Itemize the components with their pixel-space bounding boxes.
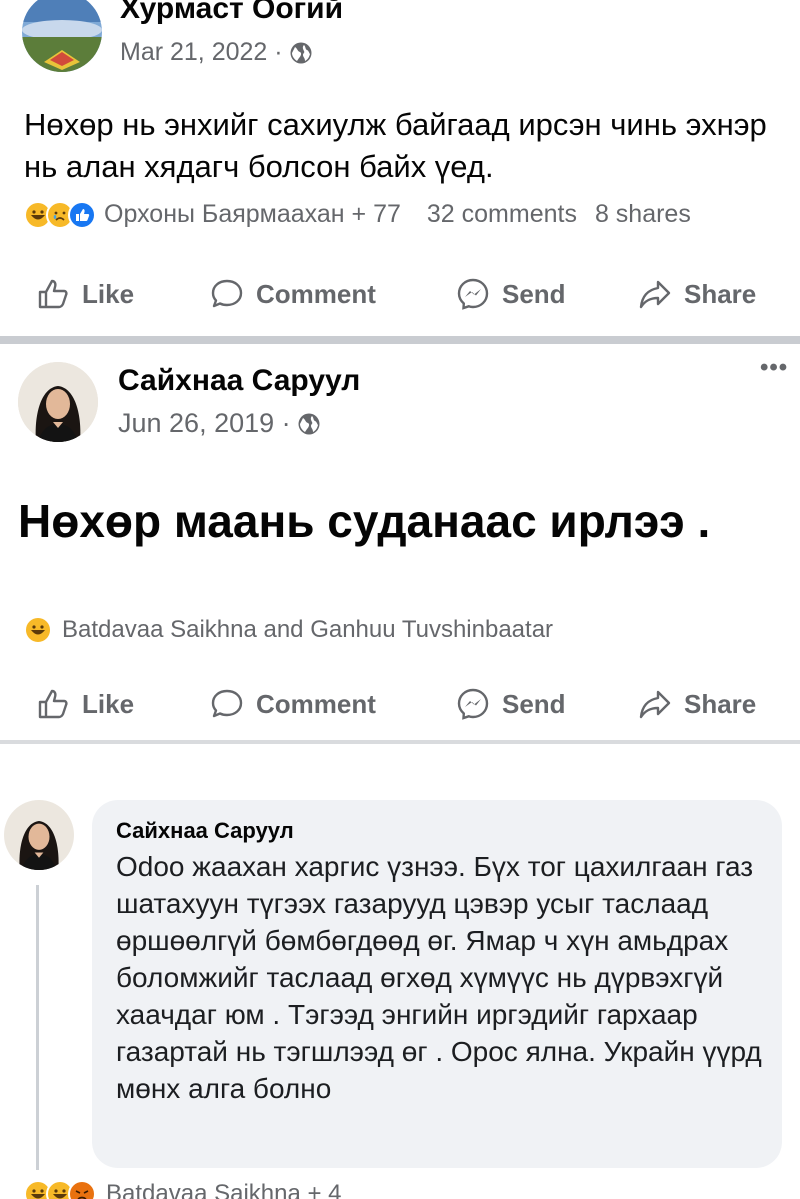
send-label: Send (502, 278, 566, 309)
author-name[interactable]: Хурмаст Оогий (120, 0, 343, 26)
comment-button[interactable]: Comment (210, 674, 376, 734)
post-date[interactable]: Mar 21, 2022 · (120, 38, 313, 67)
author-avatar[interactable] (18, 362, 98, 442)
globe-icon (298, 413, 320, 434)
reactions-names: Batdavaa Saikhna and Ganhuu Tuvshinbaata… (62, 616, 554, 643)
share-button[interactable]: Share (638, 674, 756, 734)
reactions-names: Batdavaa Saikhna + 4 (106, 1180, 342, 1199)
angry-reaction-icon (68, 1180, 96, 1199)
globe-icon (290, 42, 312, 63)
shares-count[interactable]: 8 shares (595, 200, 691, 229)
messenger-icon (457, 688, 489, 720)
send-button[interactable]: Send (456, 674, 566, 734)
action-bar: Like Comment Send Share (0, 674, 800, 734)
reactions-names: Орхоны Баярмаахан + 77 (104, 200, 401, 228)
post-date-text: Jun 26, 2019 · (118, 408, 291, 438)
comment-button[interactable]: Comment (210, 264, 376, 324)
haha-reaction-icon (24, 616, 52, 644)
comment-label: Comment (256, 688, 376, 719)
post-1: Хурмаст Оогий Mar 21, 2022 · Нөхөр нь эн… (0, 0, 800, 336)
share-icon (639, 690, 671, 719)
post-text: Нөхөр нь энхийг сахиулж байгаад ирсэн чи… (24, 107, 767, 184)
post-date[interactable]: Jun 26, 2019 · (118, 408, 321, 439)
comment-text: Odoo жаахан харгис үзнээ. Бүх тог цахилг… (116, 851, 762, 1104)
reactions-summary[interactable]: Орхоны Баярмаахан + 77 32 comments 8 sha… (24, 200, 691, 229)
like-reaction-icon (68, 200, 96, 229)
comment-author[interactable]: Сайхнаа Саруул (116, 818, 758, 844)
reply-thread-line (36, 885, 39, 1170)
reactions-summary[interactable]: Batdavaa Saikhna + 4 (24, 1180, 342, 1199)
send-label: Send (502, 688, 566, 719)
like-button[interactable]: Like (36, 674, 134, 734)
more-options-button[interactable]: ••• (760, 354, 788, 382)
comment-label: Comment (256, 278, 376, 309)
post-date-text: Mar 21, 2022 · (120, 38, 283, 66)
author-name[interactable]: Сайхнаа Саруул (118, 364, 360, 398)
like-label: Like (82, 688, 135, 719)
comments-count[interactable]: 32 comments (427, 200, 577, 229)
comment-thread: Сайхнаа Саруул Odoo жаахан харгис үзнээ.… (0, 750, 800, 1199)
action-bar: Like Comment Send Share (0, 264, 800, 324)
comment-icon (211, 689, 243, 718)
comment-icon (211, 279, 243, 308)
author-avatar[interactable] (22, 0, 102, 72)
comment-bubble: Сайхнаа Саруул Odoo жаахан харгис үзнээ.… (92, 800, 782, 1168)
share-label: Share (684, 688, 757, 719)
post-text: Нөхөр маань суданаас ирлээ . (18, 495, 711, 547)
commenter-avatar[interactable] (4, 800, 74, 870)
send-button[interactable]: Send (456, 264, 566, 324)
share-icon (639, 280, 671, 309)
messenger-icon (457, 278, 489, 310)
post-separator (0, 336, 800, 344)
like-icon (38, 279, 68, 309)
share-button[interactable]: Share (638, 264, 756, 324)
reactions-summary[interactable]: Batdavaa Saikhna and Ganhuu Tuvshinbaata… (24, 616, 553, 644)
like-icon (38, 689, 68, 719)
share-label: Share (684, 278, 757, 309)
like-label: Like (82, 278, 135, 309)
like-button[interactable]: Like (36, 264, 134, 324)
post-2: Сайхнаа Саруул Jun 26, 2019 · ••• Нөхөр … (0, 344, 800, 740)
